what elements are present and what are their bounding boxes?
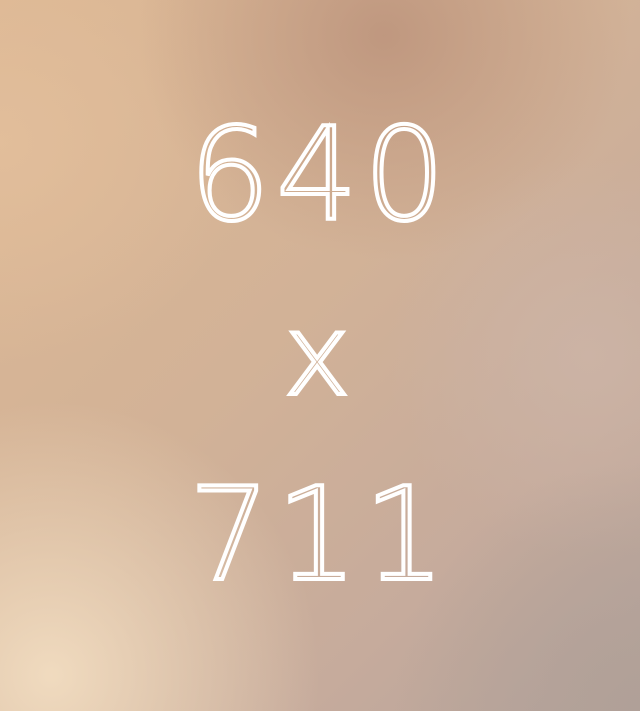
separator-label: x — [282, 291, 357, 421]
width-label: 640 — [187, 101, 452, 250]
placeholder-image: 640 x 711 — [0, 0, 640, 711]
height-label: 711 — [187, 461, 452, 610]
